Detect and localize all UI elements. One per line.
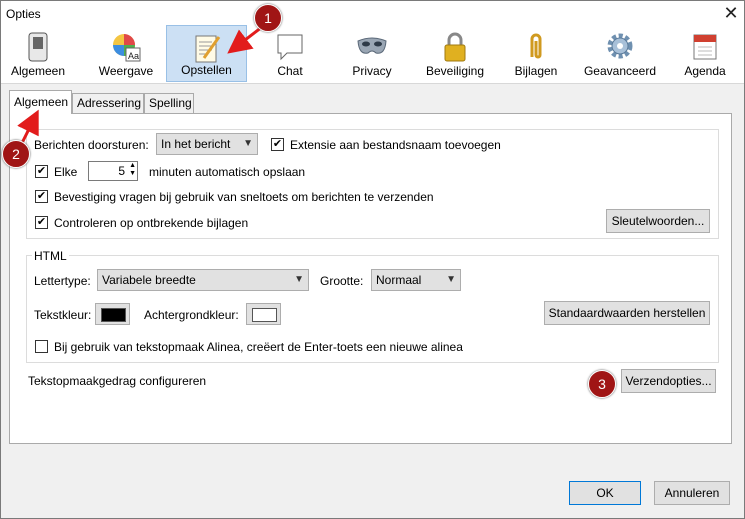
callout-badge-3: 3 bbox=[588, 370, 616, 398]
annotation-arrows bbox=[17, 25, 263, 148]
callout-badge-2: 2 bbox=[2, 140, 30, 168]
callout-badge-1: 1 bbox=[254, 4, 282, 32]
arrow-1 bbox=[227, 25, 263, 54]
